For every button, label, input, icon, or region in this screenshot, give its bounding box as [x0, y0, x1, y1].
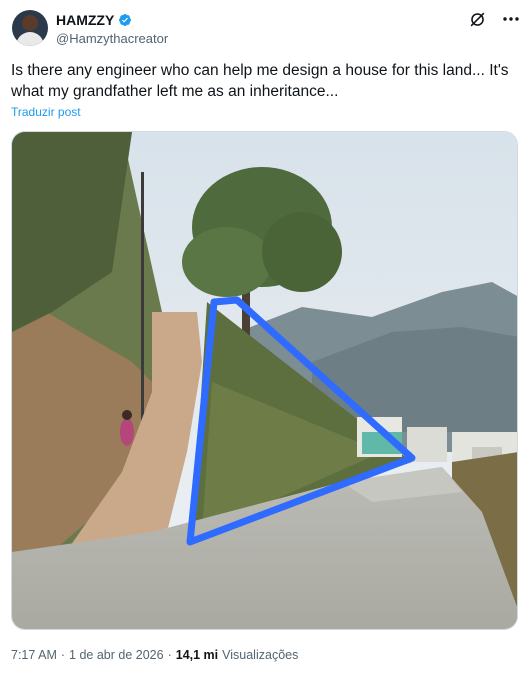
author-name[interactable]: HAMZZY — [56, 12, 114, 28]
post-photo[interactable] — [11, 131, 518, 630]
post-meta: 7:17 AM · 1 de abr de 2026 · 14,1 mi Vis… — [11, 648, 298, 662]
post-actions-top — [468, 10, 520, 28]
avatar-head — [22, 15, 38, 31]
verified-badge-icon — [118, 13, 132, 27]
translate-post-link[interactable]: Traduzir post — [11, 105, 81, 119]
meta-separator: · — [167, 648, 172, 662]
grok-icon[interactable] — [468, 10, 486, 28]
meta-separator: · — [60, 648, 66, 662]
post-date[interactable]: 1 de abr de 2026 — [69, 648, 164, 662]
more-options-icon[interactable] — [502, 10, 520, 28]
author-avatar[interactable] — [12, 10, 48, 46]
land-photo-illustration — [12, 132, 517, 629]
views-count: 14,1 mi — [175, 648, 219, 662]
author-info: HAMZZY @Hamzythacreator — [56, 11, 168, 46]
post-time[interactable]: 7:17 AM — [11, 648, 57, 662]
author-handle[interactable]: @Hamzythacreator — [56, 31, 168, 46]
views-label: Visualizações — [222, 648, 299, 662]
avatar-body — [16, 32, 44, 46]
author-name-row: HAMZZY — [56, 11, 168, 29]
post-text: Is there any engineer who can help me de… — [11, 62, 509, 100]
